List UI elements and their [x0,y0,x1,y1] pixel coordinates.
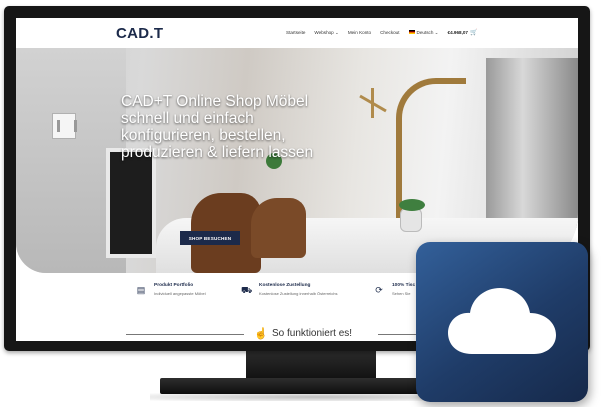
feature-subtitle: Sehen Sie [392,291,411,296]
main-nav: Startseite Webshop ⌄ Mein Konto Checkout… [286,29,478,37]
truck-icon: ⛟ [241,285,253,295]
cloud-icon [448,288,556,354]
site-logo[interactable]: CAD.T [116,25,163,42]
how-it-works-heading: So funktioniert es! [272,328,353,339]
cart[interactable]: €4.968,07 🛒 [448,29,478,36]
divider [126,334,244,335]
feature-title: 100% Tisc [392,283,416,288]
hand-pointer-icon: ☝ [254,328,268,340]
language-label: Deutsch ⌄ [416,29,439,35]
monitor-stand-neck [246,351,376,379]
light-switch-image [52,113,77,139]
nav-checkout[interactable]: Checkout [380,30,399,35]
feature-subtitle: Individuell angepasste Möbel [154,291,206,296]
cart-amount: €4.968,07 [447,30,468,35]
shop-visit-button[interactable]: SHOP BESUCHEN [180,231,240,245]
vase-image [399,199,425,232]
feature-subtitle: Kostenlose Zustellung innerhalb Österrei… [259,291,338,296]
feature-item: ▤ Produkt Portfolio Individuell angepass… [136,283,206,296]
german-flag-icon [408,30,415,35]
nav-startseite[interactable]: Startseite [286,30,305,35]
site-header: CAD.T Startseite Webshop ⌄ Mein Konto Ch… [16,18,578,48]
chair-image [251,198,306,258]
refresh-icon: ⟳ [375,285,383,295]
nav-mein-konto[interactable]: Mein Konto [348,30,371,35]
hero-banner: CAD+T Online Shop Möbel schnell und einf… [16,48,578,273]
cart-icon: 🛒 [469,30,478,36]
door-image [106,148,156,258]
fridge-image [486,58,578,228]
feature-item: ⟳ 100% Tisc Sehen Sie [374,283,415,296]
nav-language[interactable]: Deutsch ⌄ [408,29,439,36]
stage: CAD.T Startseite Webshop ⌄ Mein Konto Ch… [0,0,603,407]
box-icon: ▤ [136,285,146,295]
feature-title: Produkt Portfolio [154,283,194,288]
faucet-image [396,78,466,218]
hero-title: CAD+T Online Shop Möbel schnell und einf… [121,93,314,161]
cloud-app-tile [416,242,588,402]
nav-webshop[interactable]: Webshop ⌄ [314,30,338,36]
feature-item: ⛟ Kostenlose Zustellung Kostenlose Zuste… [241,283,338,296]
chandelier-image [358,88,388,118]
how-it-works-section: ☝ So funktioniert es! [116,326,468,340]
feature-title: Kostenlose Zustellung [259,283,311,288]
